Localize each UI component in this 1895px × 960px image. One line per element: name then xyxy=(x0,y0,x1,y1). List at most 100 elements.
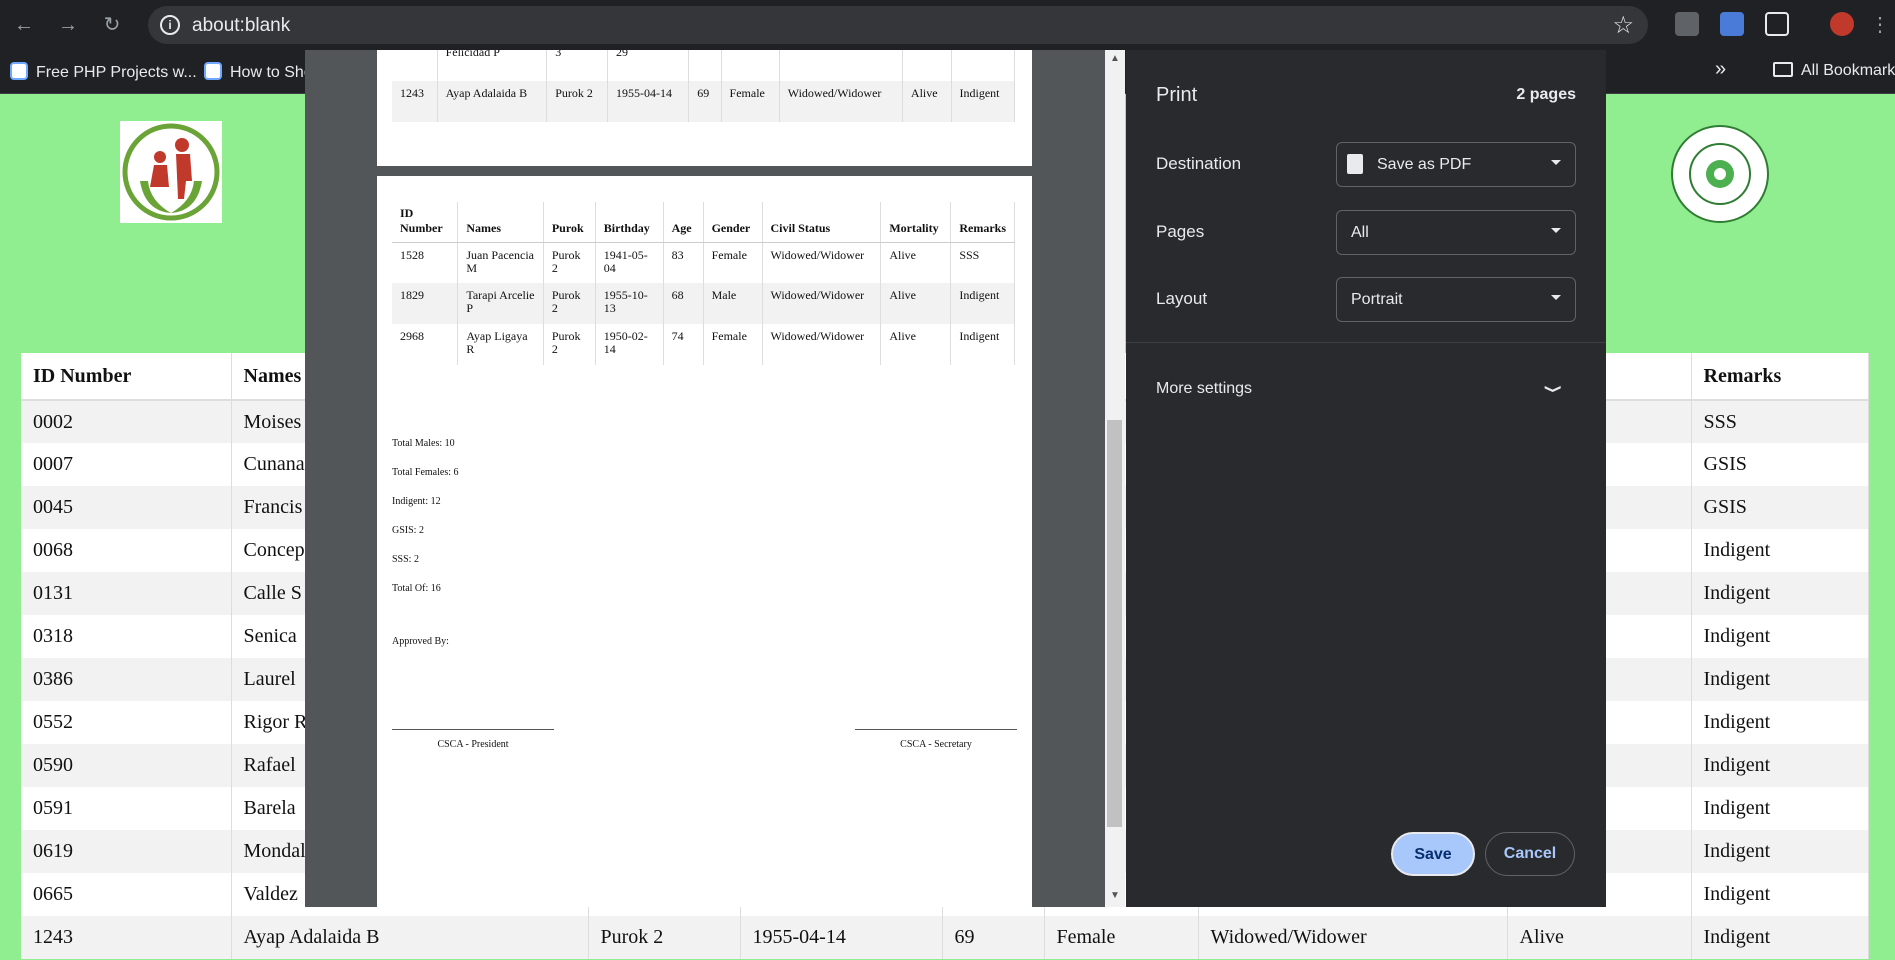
menu-kebab-icon[interactable]: ⋮ xyxy=(1868,13,1892,37)
table-cell: 0665 xyxy=(21,873,232,916)
dropdown-caret-icon xyxy=(1551,160,1561,165)
layout-label: Layout xyxy=(1156,289,1208,308)
document-icon xyxy=(1347,154,1363,174)
cancel-button[interactable]: Cancel xyxy=(1485,832,1575,876)
table-cell: Purok 2 xyxy=(588,916,741,959)
layout-select[interactable]: Portrait xyxy=(1336,277,1576,322)
preview-table-cell: 3 xyxy=(546,50,609,81)
senior-citizen-logo xyxy=(120,121,222,223)
pages-label: Pages xyxy=(1156,222,1205,241)
bookmark-star-icon[interactable]: ☆ xyxy=(1612,11,1634,40)
table-cell: Indigent xyxy=(1691,572,1869,615)
preview-table-cell: 29 xyxy=(607,50,690,81)
preview-table-cell: Female xyxy=(721,81,780,122)
bookmark-item[interactable]: How to Sho xyxy=(204,62,313,82)
preview-table-cell: 1528 xyxy=(392,242,459,283)
forward-arrow-icon[interactable]: → xyxy=(56,13,80,37)
total-females: Total Females: 6 xyxy=(392,467,459,478)
table-cell: 0007 xyxy=(21,443,232,486)
scroll-down-icon[interactable]: ▼ xyxy=(1108,890,1122,901)
pages-select[interactable]: All xyxy=(1336,210,1576,255)
preview-table-row: 1243 Ayap Adalaida B Purok 2 1955-04-14 69 Fe… xyxy=(392,81,1015,122)
table-cell: 0068 xyxy=(21,529,232,572)
destination-select[interactable]: Save as PDF xyxy=(1336,142,1576,187)
print-preview-area[interactable]: Felicidad P 3 29 1243 Ayap Adalaida B Purok 2… xyxy=(305,50,1125,907)
preview-table-cell: Purok 2 xyxy=(543,283,596,324)
preview-table-cell: Alive xyxy=(880,324,952,365)
preview-table-cell: Indigent xyxy=(950,324,1015,365)
table-cell: Alive xyxy=(1507,916,1692,959)
preview-table-cell: 69 xyxy=(688,81,722,122)
table-cell: 0386 xyxy=(21,658,232,701)
barangay-seal-logo xyxy=(1670,124,1770,224)
preview-table-cell: 1243 xyxy=(392,81,438,122)
table-cell: Indigent xyxy=(1691,830,1869,873)
preview-table-row: 2968 Ayap Ligaya R Purok 2 1950-02-14 74 Fema… xyxy=(392,324,1015,365)
preview-column-header: Birthday xyxy=(595,202,664,243)
folder-icon xyxy=(1773,62,1793,77)
address-bar[interactable]: i about:blank ☆ xyxy=(148,6,1648,44)
president-signature: CSCA - President xyxy=(392,729,554,750)
table-cell: 0552 xyxy=(21,701,232,744)
preview-table-cell: Indigent xyxy=(951,81,1015,122)
table-cell: SSS xyxy=(1691,400,1869,443)
preview-table-cell: 68 xyxy=(663,283,704,324)
preview-table-cell: Alive xyxy=(880,283,952,324)
table-cell: 0590 xyxy=(21,744,232,787)
preview-column-header: Civil Status xyxy=(762,202,882,243)
more-settings-toggle[interactable]: More settings xyxy=(1156,380,1252,398)
preview-table-cell: 1950-02-14 xyxy=(595,324,664,365)
preview-page-1: Felicidad P 3 29 1243 Ayap Adalaida B Purok 2… xyxy=(377,50,1032,166)
table-cell: 1243 xyxy=(21,916,232,959)
all-bookmarks[interactable]: All Bookmarks xyxy=(1773,62,1895,80)
preview-column-header: Age xyxy=(663,202,704,243)
preview-table-cell: Tarapi Arcelie P xyxy=(457,283,544,324)
bookmark-favicon-icon xyxy=(204,62,222,80)
print-dialog: Print 2 pages Destination Save as PDF Pa… xyxy=(1126,50,1606,907)
table-cell: Indigent xyxy=(1691,787,1869,830)
preview-table-cell: 74 xyxy=(663,324,704,365)
preview-column-header: Purok xyxy=(543,202,596,243)
bookmarks-overflow-icon[interactable]: » xyxy=(1715,58,1726,81)
table-cell: 0619 xyxy=(21,830,232,873)
table-cell: Indigent xyxy=(1691,873,1869,916)
dialog-title: Print xyxy=(1156,84,1198,106)
profile-avatar[interactable] xyxy=(1830,12,1854,36)
preview-table-cell: Purok 2 xyxy=(546,81,609,122)
chevron-down-icon[interactable]: ❯ xyxy=(1543,384,1563,393)
preview-table-cell: 2968 xyxy=(392,324,459,365)
total-gsis: GSIS: 2 xyxy=(392,525,424,536)
table-cell: GSIS xyxy=(1691,443,1869,486)
preview-table-page-2: ID Number Names Purok Birthday Age Gende… xyxy=(392,202,1015,365)
preview-scrollbar-thumb[interactable] xyxy=(1107,420,1122,827)
browser-toolbar: ← → ↻ i about:blank ☆ ⋮ xyxy=(0,0,1895,50)
bookmark-item[interactable]: Free PHP Projects w... xyxy=(10,62,197,82)
table-cell: 1955-04-14 xyxy=(740,916,943,959)
table-cell: 0318 xyxy=(21,615,232,658)
preview-table-cell: 1941-05-04 xyxy=(595,242,664,283)
preview-table-cell: 1955-04-14 xyxy=(607,81,690,122)
total-of: Total Of: 16 xyxy=(392,583,441,594)
preview-table-cell: Alive xyxy=(902,81,952,122)
preview-table-cell: 83 xyxy=(663,242,704,283)
preview-column-header: ID Number xyxy=(392,202,459,243)
reload-icon[interactable]: ↻ xyxy=(100,13,124,37)
preview-table-cell: Indigent xyxy=(950,283,1015,324)
total-males: Total Males: 10 xyxy=(392,438,455,449)
docs-extension-icon[interactable] xyxy=(1720,12,1744,36)
preview-header-row: ID Number Names Purok Birthday Age Gende… xyxy=(392,202,1015,243)
save-button[interactable]: Save xyxy=(1391,832,1475,876)
back-arrow-icon[interactable]: ← xyxy=(12,13,36,37)
preview-table-cell: Widowed/Widower xyxy=(762,242,882,283)
url-text[interactable]: about:blank xyxy=(192,15,290,37)
table-cell: Indigent xyxy=(1691,744,1869,787)
preview-table-cell: Widowed/Widower xyxy=(762,283,882,324)
scroll-up-icon[interactable]: ▲ xyxy=(1108,53,1122,64)
bookmark-favicon-icon xyxy=(10,62,28,80)
preview-table-cell xyxy=(951,50,1015,81)
extensions-puzzle-icon[interactable] xyxy=(1765,12,1789,36)
extension-icon[interactable] xyxy=(1675,12,1699,36)
preview-column-header: Remarks xyxy=(950,202,1015,243)
site-info-icon[interactable]: i xyxy=(160,15,180,35)
dialog-divider xyxy=(1126,342,1606,343)
